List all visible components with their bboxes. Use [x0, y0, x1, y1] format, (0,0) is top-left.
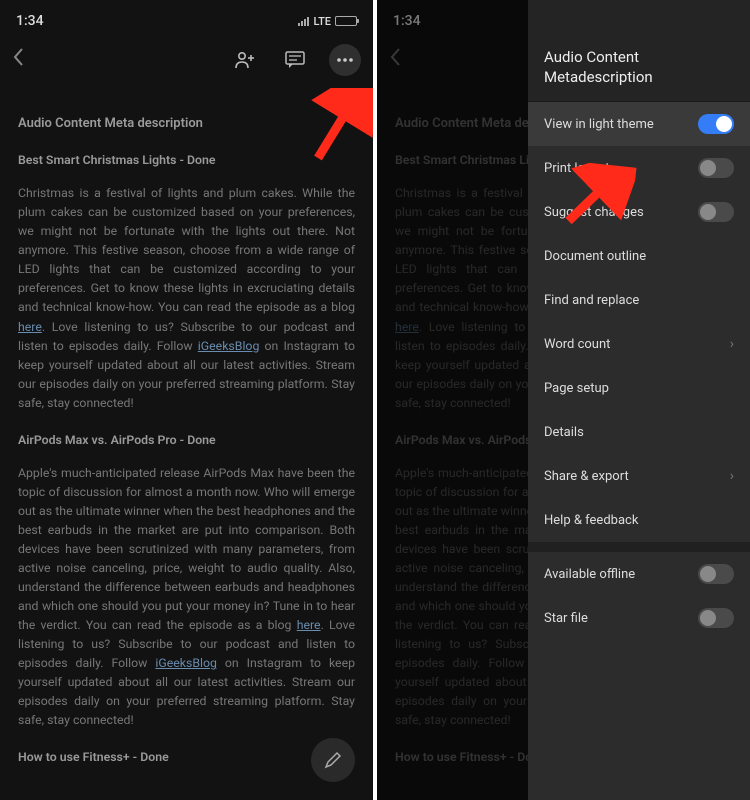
comment-icon[interactable] [279, 44, 311, 76]
menu-item-label: Star file [544, 611, 588, 626]
menu-item-star-file[interactable]: Star file [528, 596, 750, 640]
menu-item-label: Available offline [544, 567, 635, 582]
toggle-off-icon[interactable] [698, 202, 734, 222]
menu-item-available-offline[interactable]: Available offline [528, 552, 750, 596]
toggle-off-icon[interactable] [698, 608, 734, 628]
menu-item-page-setup[interactable]: Page setup [528, 366, 750, 410]
menu-divider [528, 542, 750, 552]
network-label: LTE [313, 15, 331, 28]
overflow-menu: Audio Content Metadescription View in li… [528, 0, 750, 800]
signal-icon [298, 17, 309, 26]
menu-item-label: Word count [544, 337, 610, 352]
body-link-igeeksblog[interactable]: iGeeksBlog [198, 340, 260, 354]
menu-item-label: View in light theme [544, 117, 654, 132]
status-bar: 1:34 LTE [0, 0, 373, 36]
body-link-here[interactable]: here [18, 321, 42, 335]
status-right: LTE [298, 15, 357, 28]
section-body: Christmas is a festival of lights and pl… [18, 185, 355, 414]
menu-item-view-light-theme[interactable]: View in light theme [528, 102, 750, 146]
toggle-off-icon[interactable] [698, 564, 734, 584]
phone-left: 1:34 LTE Audio Content Meta description [0, 0, 373, 800]
edit-fab[interactable] [311, 738, 355, 782]
section-body: Apple's much-anticipated release AirPods… [18, 465, 355, 732]
section-heading: Best Smart Christmas Lights - Done [18, 152, 355, 171]
menu-item-label: Find and replace [544, 293, 639, 308]
menu-item-help-feedback[interactable]: Help & feedback [528, 498, 750, 542]
menu-item-share-export[interactable]: Share & export › [528, 454, 750, 498]
menu-item-label: Help & feedback [544, 513, 638, 528]
toggle-off-icon[interactable] [698, 158, 734, 178]
menu-item-label: Document outline [544, 249, 646, 264]
document-body[interactable]: Audio Content Meta description Best Smar… [0, 84, 373, 800]
menu-item-document-outline[interactable]: Document outline [528, 234, 750, 278]
section-heading: AirPods Max vs. AirPods Pro - Done [18, 432, 355, 451]
menu-item-find-replace[interactable]: Find and replace [528, 278, 750, 322]
chevron-right-icon: › [730, 468, 734, 484]
status-time: 1:34 [16, 13, 44, 29]
menu-item-details[interactable]: Details [528, 410, 750, 454]
menu-item-label: Suggest changes [544, 205, 644, 220]
section-heading: How to use Fitness+ - Done [18, 749, 355, 768]
menu-item-print-layout[interactable]: Print layout [528, 146, 750, 190]
menu-item-label: Page setup [544, 381, 609, 396]
menu-title: Audio Content Metadescription [528, 0, 750, 102]
body-link-here[interactable]: here [297, 619, 321, 633]
more-menu-button[interactable] [329, 44, 361, 76]
menu-item-label: Share & export [544, 469, 629, 484]
toolbar [0, 36, 373, 84]
menu-item-label: Print layout [544, 161, 609, 176]
chevron-right-icon: › [730, 336, 734, 352]
phone-right: 1:34 LTE Audio Content Meta description … [377, 0, 750, 800]
battery-icon [335, 16, 357, 26]
add-person-icon[interactable] [229, 44, 261, 76]
back-button[interactable] [12, 48, 26, 73]
menu-item-suggest-changes[interactable]: Suggest changes [528, 190, 750, 234]
menu-item-word-count[interactable]: Word count › [528, 322, 750, 366]
menu-item-label: Details [544, 425, 584, 440]
body-link-igeeksblog[interactable]: iGeeksBlog [155, 657, 217, 671]
toggle-on-icon[interactable] [698, 114, 734, 134]
doc-title: Audio Content Meta description [18, 114, 355, 134]
